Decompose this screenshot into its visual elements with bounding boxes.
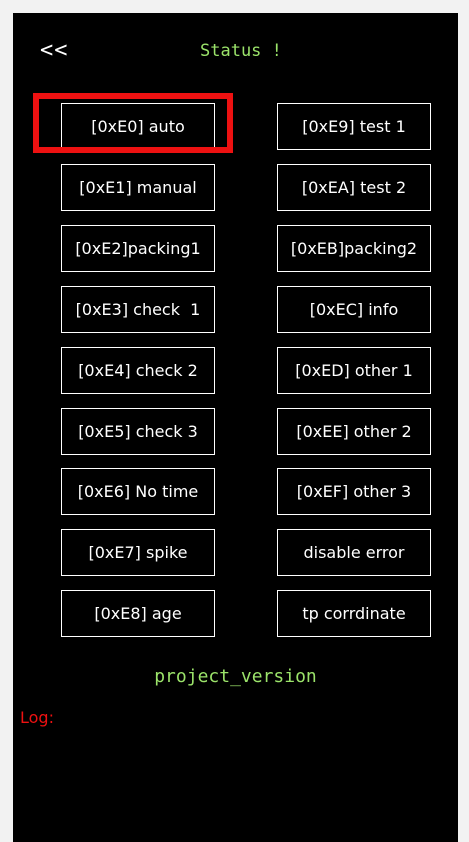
log-label: Log: (20, 708, 54, 727)
tp-coordinate-button[interactable]: tp corrdinate (277, 590, 431, 637)
back-button[interactable]: << (40, 38, 69, 63)
other-3-button[interactable]: [0xEF] other 3 (277, 468, 431, 515)
disable-error-button[interactable]: disable error (277, 529, 431, 576)
page-title: Status ! (200, 41, 282, 61)
check-3-button[interactable]: [0xE5] check 3 (61, 408, 215, 455)
other-1-button[interactable]: [0xED] other 1 (277, 347, 431, 394)
test-1-button[interactable]: [0xE9] test 1 (277, 103, 431, 150)
no-time-button[interactable]: [0xE6] No time (61, 468, 215, 515)
manual-button[interactable]: [0xE1] manual (61, 164, 215, 211)
project-version-label: project_version (154, 666, 317, 687)
age-button[interactable]: [0xE8] age (61, 590, 215, 637)
packing1-button[interactable]: [0xE2]packing1 (61, 225, 215, 272)
other-2-button[interactable]: [0xEE] other 2 (277, 408, 431, 455)
auto-button[interactable]: [0xE0] auto (61, 103, 215, 150)
check-1-button[interactable]: [0xE3] check 1 (61, 286, 215, 333)
status-screen: << Status ! [0xE0] auto [0xE1] manual [0… (13, 13, 458, 842)
test-2-button[interactable]: [0xEA] test 2 (277, 164, 431, 211)
info-button[interactable]: [0xEC] info (277, 286, 431, 333)
check-2-button[interactable]: [0xE4] check 2 (61, 347, 215, 394)
packing2-button[interactable]: [0xEB]packing2 (277, 225, 431, 272)
spike-button[interactable]: [0xE7] spike (61, 529, 215, 576)
